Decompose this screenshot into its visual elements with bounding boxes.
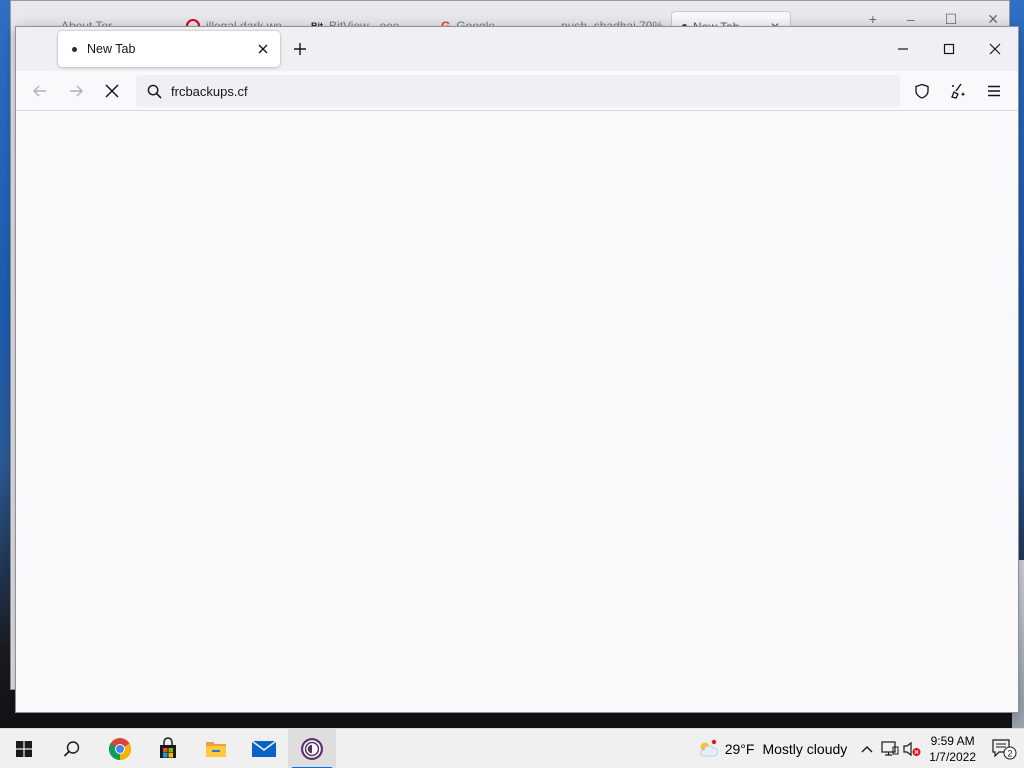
notification-icon: 2 [992,739,1017,760]
close-icon [105,84,119,98]
windows-logo-icon [16,740,32,757]
action-center-button[interactable]: 2 [984,729,1024,768]
network-wired-icon [881,741,899,756]
forward-button[interactable] [60,75,92,107]
search-icon [63,740,80,757]
url-bar[interactable] [136,75,900,107]
chrome-taskbar-button[interactable] [96,729,144,768]
tor-browser-taskbar-button[interactable] [288,728,336,768]
page-content-area [16,112,1018,712]
stop-loading-button[interactable] [96,75,128,107]
tabstrip: New Tab [16,27,1018,71]
microsoft-store-icon [160,736,176,758]
mail-icon [251,739,277,757]
file-explorer-taskbar-button[interactable] [192,729,240,768]
tab-new-tab[interactable]: New Tab [58,31,280,67]
close-icon [258,44,268,54]
close-icon [989,43,1001,55]
hamburger-menu-icon [988,85,1000,97]
folder-icon [206,741,226,757]
maximize-button[interactable] [926,33,972,65]
chevron-up-icon [861,746,873,753]
system-tray: 29°F Mostly cloudy 9:59 AM 1/7/2022 2 [697,729,1024,768]
notification-count: 2 [1007,749,1012,759]
weather-temperature: 29°F [724,741,755,757]
minimize-button[interactable] [880,33,926,65]
tab-loading-dot-icon [72,46,77,52]
tor-browser-icon [301,737,323,760]
new-identity-button[interactable] [942,75,974,107]
search-icon [138,84,170,99]
clock[interactable]: 9:59 AM 1/7/2022 [929,733,976,765]
volume-muted-icon [903,741,921,757]
back-button[interactable] [24,75,56,107]
mail-taskbar-button[interactable] [240,729,288,768]
minimize-icon [898,48,908,50]
taskbar: 29°F Mostly cloudy 9:59 AM 1/7/2022 2 [0,728,1024,768]
search-button[interactable] [48,729,96,768]
clock-date: 1/7/2022 [929,750,976,764]
shield-button[interactable] [906,75,938,107]
broom-sparkle-icon [951,83,966,99]
network-tray-button[interactable] [879,729,901,768]
arrow-right-icon [70,85,83,97]
weather-widget[interactable]: 29°F Mostly cloudy [697,739,848,759]
arrow-left-icon [33,85,46,97]
tab-close-button[interactable] [252,38,274,60]
tab-title: New Tab [87,42,136,56]
close-window-button[interactable] [972,33,1018,65]
start-button[interactable] [0,729,48,768]
navigation-toolbar [16,71,1018,111]
store-taskbar-button[interactable] [144,729,192,768]
weather-partly-cloudy-icon [699,739,718,757]
volume-tray-button[interactable] [901,729,923,768]
browser-window: New Tab [15,26,1019,713]
menu-button[interactable] [978,75,1010,107]
weather-description: Mostly cloudy [762,741,848,757]
chrome-icon [109,737,131,760]
maximize-icon [943,43,955,55]
plus-icon [294,43,306,55]
new-tab-button[interactable] [288,37,312,61]
shield-icon [915,83,929,99]
url-input[interactable] [171,83,900,99]
clock-time: 9:59 AM [930,734,975,748]
show-hidden-icons-button[interactable] [855,729,879,768]
